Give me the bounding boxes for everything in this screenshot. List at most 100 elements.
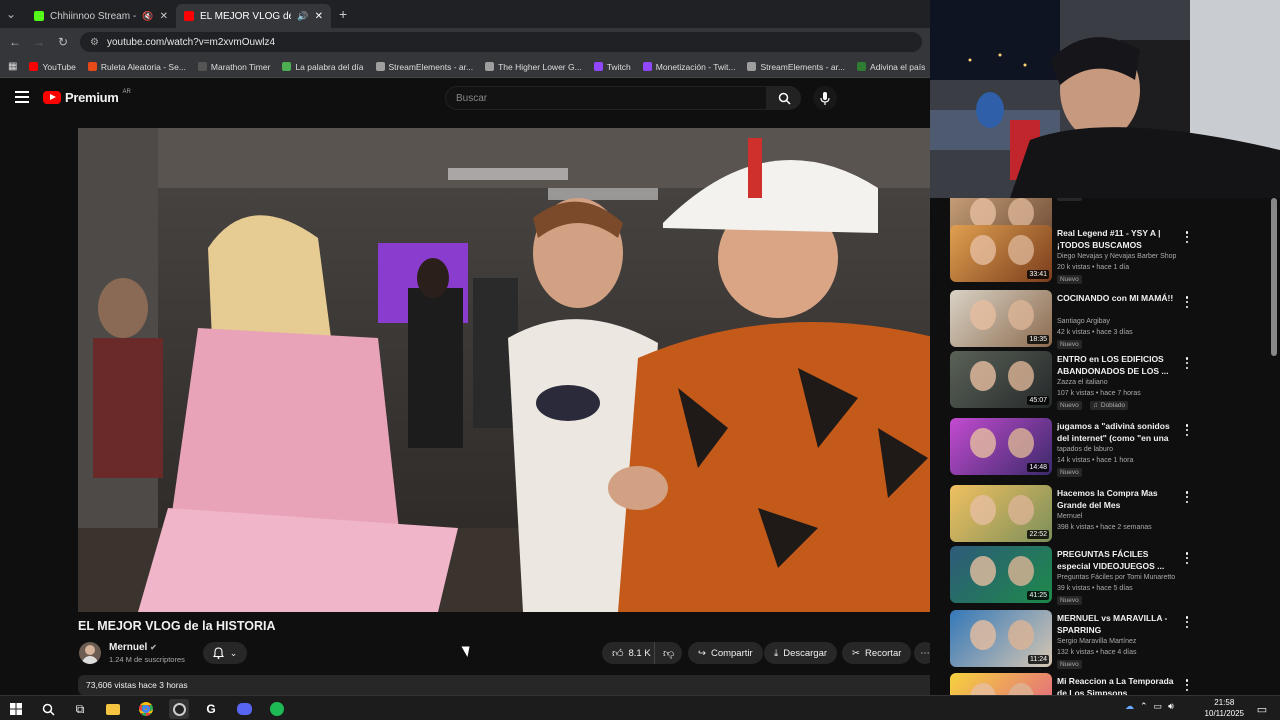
youtube-premium-logo[interactable]: Premium AR [43, 89, 131, 105]
recommended-channel-text: Sergio Maravilla Martínez [1057, 638, 1137, 645]
app-icon-g[interactable]: G [201, 699, 221, 719]
recommended-title[interactable]: Real Legend #11 - YSY A | ¡TODOS BUSCAMO… [1057, 228, 1182, 251]
more-options-icon[interactable] [1185, 491, 1189, 503]
recommended-meta: 107 k vistas • hace 7 horas [1057, 390, 1141, 397]
recommended-video[interactable]: Mi Reaccion a La Temporada de Los Simpso… [950, 673, 1280, 695]
discord-icon[interactable] [234, 699, 254, 719]
bookmark-item[interactable]: Adivina el país [857, 62, 925, 72]
browser-tab-1[interactable]: EL MEJOR VLOG de la HISTO 🔊 ✕ [176, 4, 331, 28]
notification-icon[interactable]: ▭ [1252, 699, 1272, 719]
start-button[interactable] [6, 699, 26, 719]
channel-name[interactable]: Mernuel ✔ [109, 642, 157, 653]
recommended-title[interactable]: MERNUEL vs MARAVILLA - SPARRING [1057, 613, 1182, 636]
recommended-title[interactable]: PREGUNTAS FÁCILES especial VIDEOJUEGOS .… [1057, 549, 1182, 572]
more-options-icon[interactable] [1185, 424, 1189, 436]
more-options-icon[interactable] [1185, 357, 1189, 369]
bookmark-item[interactable]: YouTube [29, 62, 76, 72]
chrome-icon[interactable] [136, 699, 156, 719]
network-icon[interactable]: ▭ [1154, 701, 1163, 712]
browser-tab-0[interactable]: Chhiinnoo Stream - Watch 🔇 ✕ [26, 4, 176, 28]
video-thumbnail[interactable]: 18:35 [950, 290, 1052, 347]
bookmark-item[interactable]: StreamElements - ar... [747, 62, 845, 72]
search-button[interactable] [767, 86, 801, 110]
share-button[interactable]: ↪ Compartir [688, 642, 763, 664]
video-thumbnail[interactable]: 11:24 [950, 610, 1052, 667]
spotify-icon[interactable] [267, 699, 287, 719]
clip-button[interactable]: ✂ Recortar [842, 642, 912, 664]
badge-text: Nuevo [1060, 276, 1079, 283]
more-options-icon[interactable] [1185, 679, 1189, 691]
recommended-channel[interactable]: tapados de laburo [1057, 446, 1113, 453]
audio-icon[interactable]: 🔊 [297, 11, 308, 22]
hamburger-menu-icon[interactable] [15, 91, 29, 103]
cloud-icon[interactable]: ☁ [1125, 701, 1134, 712]
kick-favicon-icon [34, 11, 44, 21]
video-thumbnail[interactable]: 33:41 [950, 225, 1052, 282]
close-tab-icon[interactable]: ✕ [160, 11, 168, 22]
back-icon[interactable]: ← [8, 35, 22, 49]
more-options-icon[interactable] [1185, 616, 1189, 628]
recommended-video[interactable]: 41:25 PREGUNTAS FÁCILES especial VIDEOJUE… [950, 546, 1280, 606]
more-options-icon[interactable] [1185, 231, 1189, 243]
search-input[interactable]: Buscar [445, 86, 767, 110]
forward-icon[interactable]: → [32, 35, 46, 49]
obs-icon[interactable] [169, 699, 189, 719]
site-info-icon[interactable]: ⚙ [90, 37, 99, 48]
description-box[interactable]: 73,606 vistas hace 3 horas [78, 675, 937, 695]
bookmark-item[interactable]: The Higher Lower G... [485, 62, 582, 72]
recommended-channel[interactable]: Santiago Argibay [1057, 318, 1110, 325]
recommended-title[interactable]: ENTRO en LOS EDIFICIOS ABANDONADOS DE LO… [1057, 354, 1182, 377]
more-options-icon[interactable] [1185, 296, 1189, 308]
recommended-channel[interactable]: Zazza el italiano [1057, 379, 1108, 386]
recommended-channel[interactable]: Diego Nevajas y Nevajas Barber Shop [1057, 253, 1176, 260]
recommended-channel[interactable]: Mernuel [1057, 513, 1082, 520]
dislike-button[interactable]: 👎︎ [654, 642, 683, 664]
reload-icon[interactable]: ↻ [56, 35, 70, 49]
channel-avatar[interactable] [79, 642, 101, 664]
task-view-icon[interactable]: ⧉ [70, 699, 90, 719]
subscription-bell-button[interactable]: ⌄ [203, 642, 247, 664]
file-explorer-icon[interactable] [103, 699, 123, 719]
video-thumbnail[interactable]: 14:48 [950, 418, 1052, 475]
bookmark-item[interactable]: Monetización - Twit... [642, 62, 735, 72]
recommended-title[interactable]: COCINANDO con MI MAMÁ!! [1057, 293, 1182, 305]
recommended-title[interactable]: Mi Reaccion a La Temporada de Los Simpso… [1057, 676, 1182, 695]
like-button[interactable]: 👍︎ 8.1 K [602, 642, 659, 664]
recommended-video[interactable]: 18:35 COCINANDO con MI MAMÁ!! Santiago Arg… [950, 290, 1280, 350]
recommended-channel[interactable]: Preguntas Fáciles por Tomi Munaretto [1057, 574, 1175, 581]
bookmark-item[interactable]: Ruleta Aleatoria - Se... [87, 62, 186, 72]
recommended-video[interactable]: 45:07 ENTRO en LOS EDIFICIOS ABANDONADOS … [950, 351, 1280, 411]
bookmark-item[interactable]: La palabra del día [282, 62, 364, 72]
video-thumbnail[interactable]: 41:25 [950, 546, 1052, 603]
recommended-title[interactable]: jugamos a "adiviná sonidos del internet"… [1057, 421, 1182, 444]
apps-grid-icon[interactable]: ▦ [8, 61, 17, 72]
close-tab-icon[interactable]: ✕ [315, 11, 323, 22]
video-player[interactable] [78, 128, 937, 612]
bookmark-item[interactable]: Marathon Timer [197, 62, 270, 72]
recommended-video[interactable]: 11:24 MERNUEL vs MARAVILLA - SPARRING Serg… [950, 610, 1280, 670]
download-button[interactable]: ⤓ Descargar [764, 642, 838, 664]
bookmark-item[interactable]: StreamElements - ar... [375, 62, 473, 72]
video-thumbnail[interactable]: 45:07 [950, 351, 1052, 408]
search-taskbar-button[interactable] [38, 699, 58, 719]
volume-icon[interactable]: 🔊︎ [1168, 701, 1174, 712]
recommended-channel[interactable]: Sergio Maravilla Martínez [1057, 638, 1136, 645]
recommended-video[interactable]: 33:41 Real Legend #11 - YSY A | ¡TODOS BU… [950, 225, 1280, 285]
recommended-title[interactable]: Hacemos la Compra Mas Grande del Mes [1057, 488, 1182, 511]
recommended-video[interactable]: 22:52 Hacemos la Compra Mas Grande del Me… [950, 485, 1280, 545]
tab-list-icon[interactable]: ⌄ [4, 7, 18, 21]
voice-search-button[interactable] [813, 86, 837, 110]
mute-icon[interactable]: 🔇 [142, 11, 153, 22]
more-options-icon[interactable] [1185, 552, 1189, 564]
recommended-video[interactable]: 14:48 jugamos a "adiviná sonidos del inte… [950, 418, 1280, 478]
new-tab-button[interactable]: + [339, 6, 347, 22]
video-thumbnail[interactable] [950, 673, 1052, 695]
chevron-up-icon[interactable]: ⌃ [1140, 701, 1148, 712]
video-duration: 14:48 [1027, 463, 1049, 472]
taskbar-clock[interactable]: 21:58 10/11/2025 [1205, 697, 1244, 719]
bookmark-item[interactable]: Twitch [593, 62, 631, 72]
url-field[interactable]: ⚙ youtube.com/watch?v=m2xvmOuwlz4 [80, 32, 922, 52]
share-label: Compartir [710, 647, 753, 659]
video-thumbnail[interactable]: 22:52 [950, 485, 1052, 542]
sidebar-scrollbar[interactable] [1271, 198, 1277, 356]
